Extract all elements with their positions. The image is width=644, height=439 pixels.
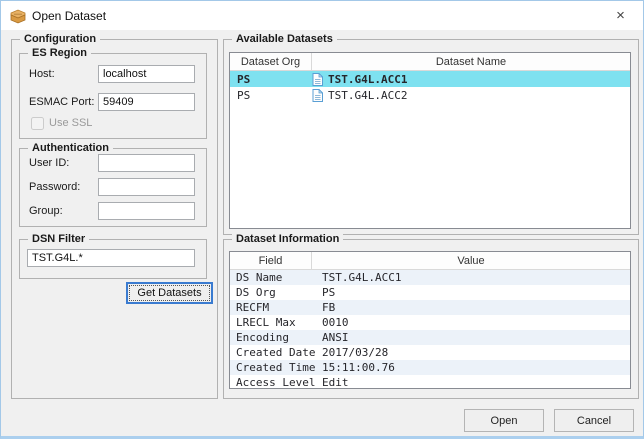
authentication-label: Authentication <box>28 141 113 155</box>
info-field-cell: DS Org <box>230 286 312 299</box>
info-value-cell: TST.G4L.ACC1 <box>312 271 630 284</box>
info-value-cell: 0010 <box>312 316 630 329</box>
column-header-dataset-name[interactable]: Dataset Name <box>312 53 630 70</box>
info-field-cell: Encoding <box>230 331 312 344</box>
dataset-name-text: TST.G4L.ACC2 <box>328 89 407 102</box>
available-datasets-table: Dataset Org Dataset Name PS TST.G4L.ACC1… <box>229 52 631 229</box>
dataset-name-text: TST.G4L.ACC1 <box>328 73 407 86</box>
esmac-port-label: ESMAC Port: <box>29 93 94 111</box>
info-field-cell: RECFM <box>230 301 312 314</box>
open-dataset-dialog: { "window": { "title": "Open Dataset", "… <box>0 0 644 439</box>
table-row[interactable]: PS TST.G4L.ACC1 <box>230 71 630 87</box>
esmac-port-input[interactable] <box>98 93 195 111</box>
column-header-value[interactable]: Value <box>312 252 630 269</box>
info-field-cell: Created Time <box>230 361 312 374</box>
window-title: Open Dataset <box>32 9 106 23</box>
dataset-org-cell: PS <box>230 89 312 102</box>
es-region-label: ES Region <box>28 46 91 60</box>
table-row: Created Time 15:11:00.76 <box>230 360 630 375</box>
table-row: Encoding ANSI <box>230 330 630 345</box>
table-row: LRECL Max 0010 <box>230 315 630 330</box>
user-id-label: User ID: <box>29 154 69 172</box>
password-input[interactable] <box>98 178 195 196</box>
use-ssl-label: Use SSL <box>49 115 92 131</box>
host-label: Host: <box>29 65 55 83</box>
dsn-filter-label: DSN Filter <box>28 232 89 246</box>
table-row: DS Name TST.G4L.ACC1 <box>230 270 630 285</box>
info-value-cell: PS <box>312 286 630 299</box>
table-row: RECFM FB <box>230 300 630 315</box>
dataset-name-cell: TST.G4L.ACC1 <box>312 73 630 86</box>
dataset-information-rows: DS Name TST.G4L.ACC1 DS Org PS RECFM FB … <box>230 270 630 389</box>
info-value-cell: FB <box>312 301 630 314</box>
group-label: Group: <box>29 202 63 220</box>
table-row: DS Org PS <box>230 285 630 300</box>
dataset-information-label: Dataset Information <box>232 232 343 246</box>
host-input[interactable] <box>98 65 195 83</box>
table-row[interactable]: PS TST.G4L.ACC2 <box>230 87 630 103</box>
title-bar: Open Dataset × <box>1 1 643 30</box>
dsn-filter-input[interactable] <box>27 249 195 267</box>
password-label: Password: <box>29 178 80 196</box>
group-input[interactable] <box>98 202 195 220</box>
table-row: Created Date 2017/03/28 <box>230 345 630 360</box>
info-field-cell: Access Level <box>230 376 312 389</box>
info-field-cell: DS Name <box>230 271 312 284</box>
dataset-app-icon <box>10 8 26 24</box>
info-value-cell: ANSI <box>312 331 630 344</box>
use-ssl-checkbox <box>31 117 44 130</box>
get-datasets-button[interactable]: Get Datasets <box>126 282 213 304</box>
available-datasets-label: Available Datasets <box>232 32 337 46</box>
column-header-dataset-org[interactable]: Dataset Org <box>230 53 312 70</box>
info-field-cell: LRECL Max <box>230 316 312 329</box>
available-datasets-header: Dataset Org Dataset Name <box>230 53 630 71</box>
user-id-input[interactable] <box>98 154 195 172</box>
info-value-cell: Edit <box>312 376 630 389</box>
column-header-field[interactable]: Field <box>230 252 312 269</box>
document-icon <box>312 89 323 102</box>
info-value-cell: 15:11:00.76 <box>312 361 630 374</box>
dataset-information-header: Field Value <box>230 252 630 270</box>
close-icon[interactable]: × <box>598 1 643 30</box>
info-value-cell: 2017/03/28 <box>312 346 630 359</box>
document-icon <box>312 73 323 86</box>
dataset-org-cell: PS <box>230 73 312 86</box>
dataset-name-cell: TST.G4L.ACC2 <box>312 89 630 102</box>
open-button[interactable]: Open <box>464 409 544 432</box>
table-row: Access Level Edit <box>230 375 630 389</box>
cancel-button[interactable]: Cancel <box>554 409 634 432</box>
info-field-cell: Created Date <box>230 346 312 359</box>
dataset-information-table: Field Value DS Name TST.G4L.ACC1 DS Org … <box>229 251 631 389</box>
configuration-label: Configuration <box>20 32 100 46</box>
